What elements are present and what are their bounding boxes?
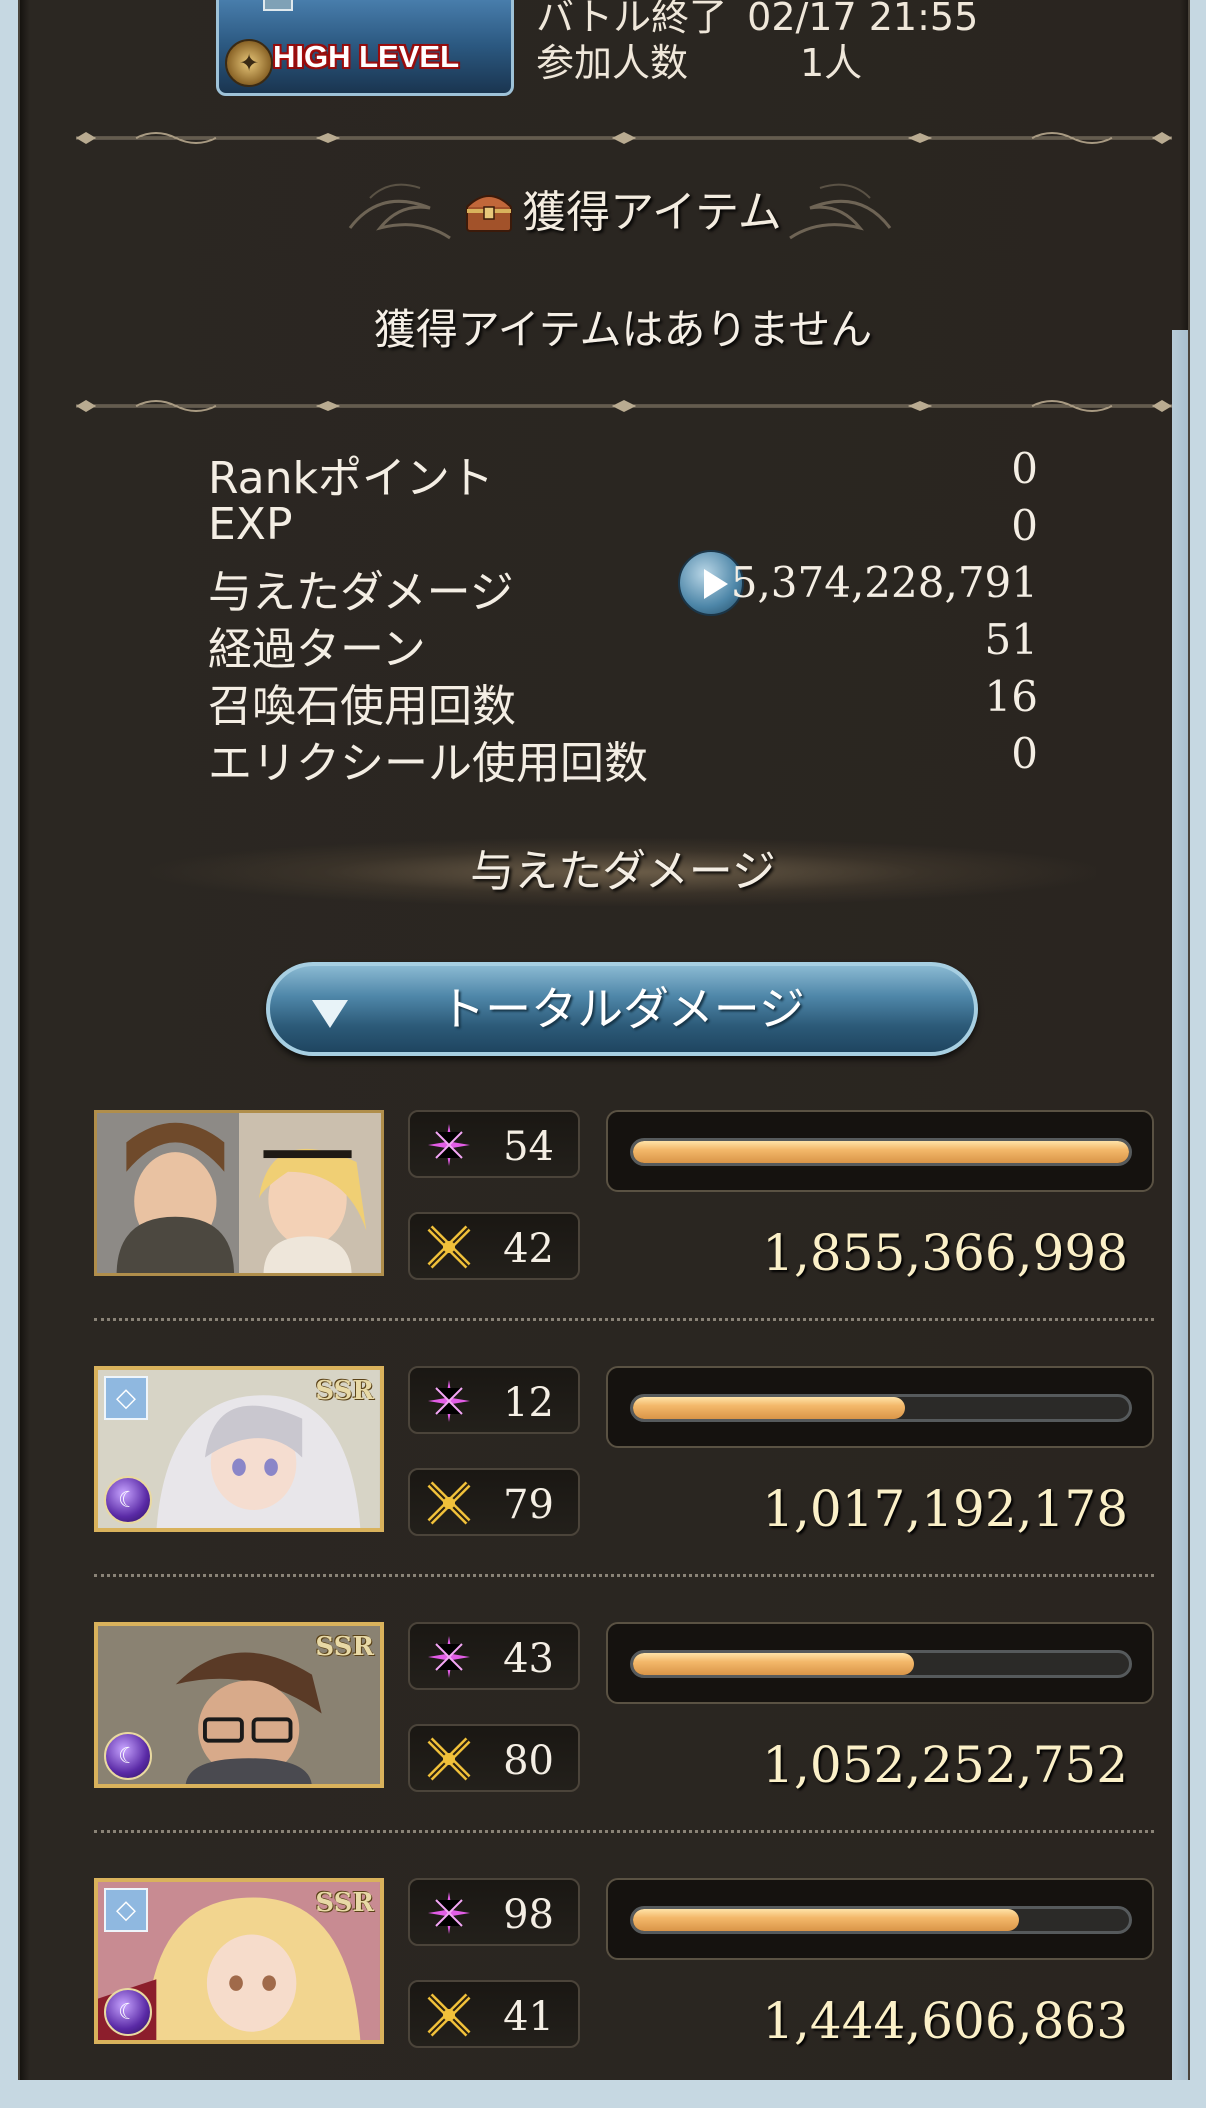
damage-bar-track bbox=[630, 1138, 1132, 1166]
character-portrait[interactable]: ◇ SSR ☾ bbox=[94, 1878, 384, 2044]
row-separator bbox=[94, 1574, 1154, 1577]
total-damage-dropdown[interactable]: トータルダメージ bbox=[266, 962, 978, 1056]
scrollbar[interactable] bbox=[1172, 330, 1188, 2080]
items-section-title: 獲得アイテム bbox=[20, 176, 1206, 240]
crossed-swords-icon bbox=[427, 1481, 471, 1525]
crossed-swords-icon bbox=[427, 1225, 471, 1269]
skill-count-chip: 98 bbox=[408, 1878, 580, 1946]
character-row: SSR ☾ 43 80 1,052,252,752 bbox=[94, 1622, 1154, 1852]
crossed-swords-icon bbox=[427, 1993, 471, 2037]
damage-value: 1,017,192,178 bbox=[762, 1480, 1128, 1538]
row-separator bbox=[94, 1318, 1154, 1321]
damage-bar bbox=[606, 1622, 1154, 1704]
ring-icon: ◇ bbox=[104, 1888, 148, 1932]
rarity-badge: SSR bbox=[315, 1376, 374, 1406]
character-row: ◇ SSR ☾ 98 41 1,444,606,863 bbox=[94, 1878, 1154, 2108]
damage-bar-fill bbox=[633, 1653, 915, 1675]
dropdown-label: トータルダメージ bbox=[439, 982, 805, 1036]
attack-count-chip: 42 bbox=[408, 1212, 580, 1280]
character-portrait[interactable] bbox=[94, 1110, 384, 1276]
stat-value: 0 bbox=[1011, 501, 1038, 550]
attack-count: 41 bbox=[503, 1994, 554, 2040]
skill-count: 54 bbox=[503, 1124, 554, 1170]
stat-value: 5,374,228,791 bbox=[730, 558, 1038, 607]
damage-value: 1,444,606,863 bbox=[762, 1992, 1128, 2050]
skill-sparkle-icon bbox=[428, 1636, 470, 1678]
ornamental-divider bbox=[76, 396, 1172, 416]
stat-value: 0 bbox=[1011, 444, 1038, 493]
skill-sparkle-icon bbox=[428, 1892, 470, 1934]
damage-bar-fill bbox=[633, 1141, 1129, 1163]
damage-bar-track bbox=[630, 1906, 1132, 1934]
stat-row-turns: 経過ターン 51 bbox=[208, 613, 1038, 675]
stat-label: 与えたダメージ bbox=[208, 567, 514, 618]
damage-value: 1,052,252,752 bbox=[762, 1736, 1128, 1794]
attack-count-chip: 79 bbox=[408, 1468, 580, 1536]
character-row: ◇ SSR ☾ 12 79 1,017,192,178 bbox=[94, 1366, 1154, 1596]
damage-bar-track bbox=[630, 1394, 1132, 1422]
ring-icon: ◇ bbox=[104, 1376, 148, 1420]
skill-sparkle-icon bbox=[428, 1380, 470, 1422]
attack-count-chip: 41 bbox=[408, 1980, 580, 2048]
dark-element-icon: ☾ bbox=[104, 1476, 152, 1524]
character-portrait[interactable]: ◇ SSR ☾ bbox=[94, 1366, 384, 1532]
portrait-art bbox=[97, 1113, 381, 1273]
participants-label: 参加人数 bbox=[536, 41, 689, 85]
character-row: 54 42 1,855,366,998 bbox=[94, 1110, 1154, 1340]
damage-bar bbox=[606, 1110, 1154, 1192]
attack-count: 80 bbox=[503, 1738, 554, 1784]
stat-label: Rankポイント bbox=[208, 453, 494, 504]
skill-count: 12 bbox=[503, 1380, 554, 1426]
battle-end-value: 02/17 21:55 bbox=[747, 0, 979, 39]
row-separator bbox=[94, 1830, 1154, 1833]
damage-bar bbox=[606, 1878, 1154, 1960]
result-panel: ✦ HIGH LEVEL バトル終了 02/17 21:55 参加人数 1人 獲… bbox=[18, 0, 1190, 2080]
skill-count-chip: 43 bbox=[408, 1622, 580, 1690]
crossed-swords-icon bbox=[427, 1737, 471, 1781]
stat-label: 召喚石使用回数 bbox=[208, 681, 516, 732]
damage-bar-fill bbox=[633, 1909, 1019, 1931]
rarity-badge: SSR bbox=[315, 1888, 374, 1918]
skill-count-chip: 54 bbox=[408, 1110, 580, 1178]
attack-count: 42 bbox=[503, 1226, 554, 1272]
stat-row-rank-points: Rankポイント 0 bbox=[208, 442, 1038, 504]
damage-value: 1,855,366,998 bbox=[762, 1224, 1128, 1282]
stat-row-exp: EXP 0 bbox=[208, 499, 1038, 555]
skill-sparkle-icon bbox=[428, 1124, 470, 1166]
items-title-text: 獲得アイテム bbox=[522, 187, 782, 238]
stat-label: EXP bbox=[208, 499, 293, 550]
rarity-badge: SSR bbox=[315, 1632, 374, 1662]
damage-section-heading: 与えたダメージ bbox=[150, 838, 1096, 906]
high-level-badge: HIGH LEVEL bbox=[273, 39, 460, 74]
stat-value: 0 bbox=[1011, 729, 1038, 778]
participants-value: 1人 bbox=[800, 41, 863, 85]
stat-label: 経過ターン bbox=[208, 624, 426, 675]
stat-row-elixir-uses: エリクシール使用回数 0 bbox=[208, 727, 1038, 789]
skill-count: 43 bbox=[503, 1636, 554, 1682]
scrollbar-thumb[interactable] bbox=[1172, 330, 1188, 2080]
skill-count-chip: 12 bbox=[408, 1366, 580, 1434]
skill-count: 98 bbox=[503, 1892, 554, 1938]
ornamental-divider bbox=[76, 128, 1172, 148]
attack-count: 79 bbox=[503, 1482, 554, 1528]
stat-label: エリクシール使用回数 bbox=[208, 738, 648, 789]
damage-bar-track bbox=[630, 1650, 1132, 1678]
stat-row-damage: 与えたダメージ 5,374,228,791 bbox=[208, 550, 1038, 618]
stat-row-summon-uses: 召喚石使用回数 16 bbox=[208, 670, 1038, 732]
damage-bar bbox=[606, 1366, 1154, 1448]
damage-bar-fill bbox=[633, 1397, 905, 1419]
dark-element-icon: ☾ bbox=[104, 1732, 152, 1780]
quest-banner: ✦ HIGH LEVEL bbox=[216, 0, 514, 96]
stat-value: 51 bbox=[984, 615, 1038, 664]
no-items-message: 獲得アイテムはありません bbox=[373, 305, 873, 354]
level-box bbox=[263, 0, 293, 11]
character-portrait[interactable]: SSR ☾ bbox=[94, 1622, 384, 1788]
attack-count-chip: 80 bbox=[408, 1724, 580, 1792]
treasure-chest-icon bbox=[466, 195, 513, 232]
crest-icon: ✦ bbox=[225, 39, 273, 87]
stat-value: 16 bbox=[984, 672, 1038, 721]
dark-element-icon: ☾ bbox=[104, 1988, 152, 2036]
